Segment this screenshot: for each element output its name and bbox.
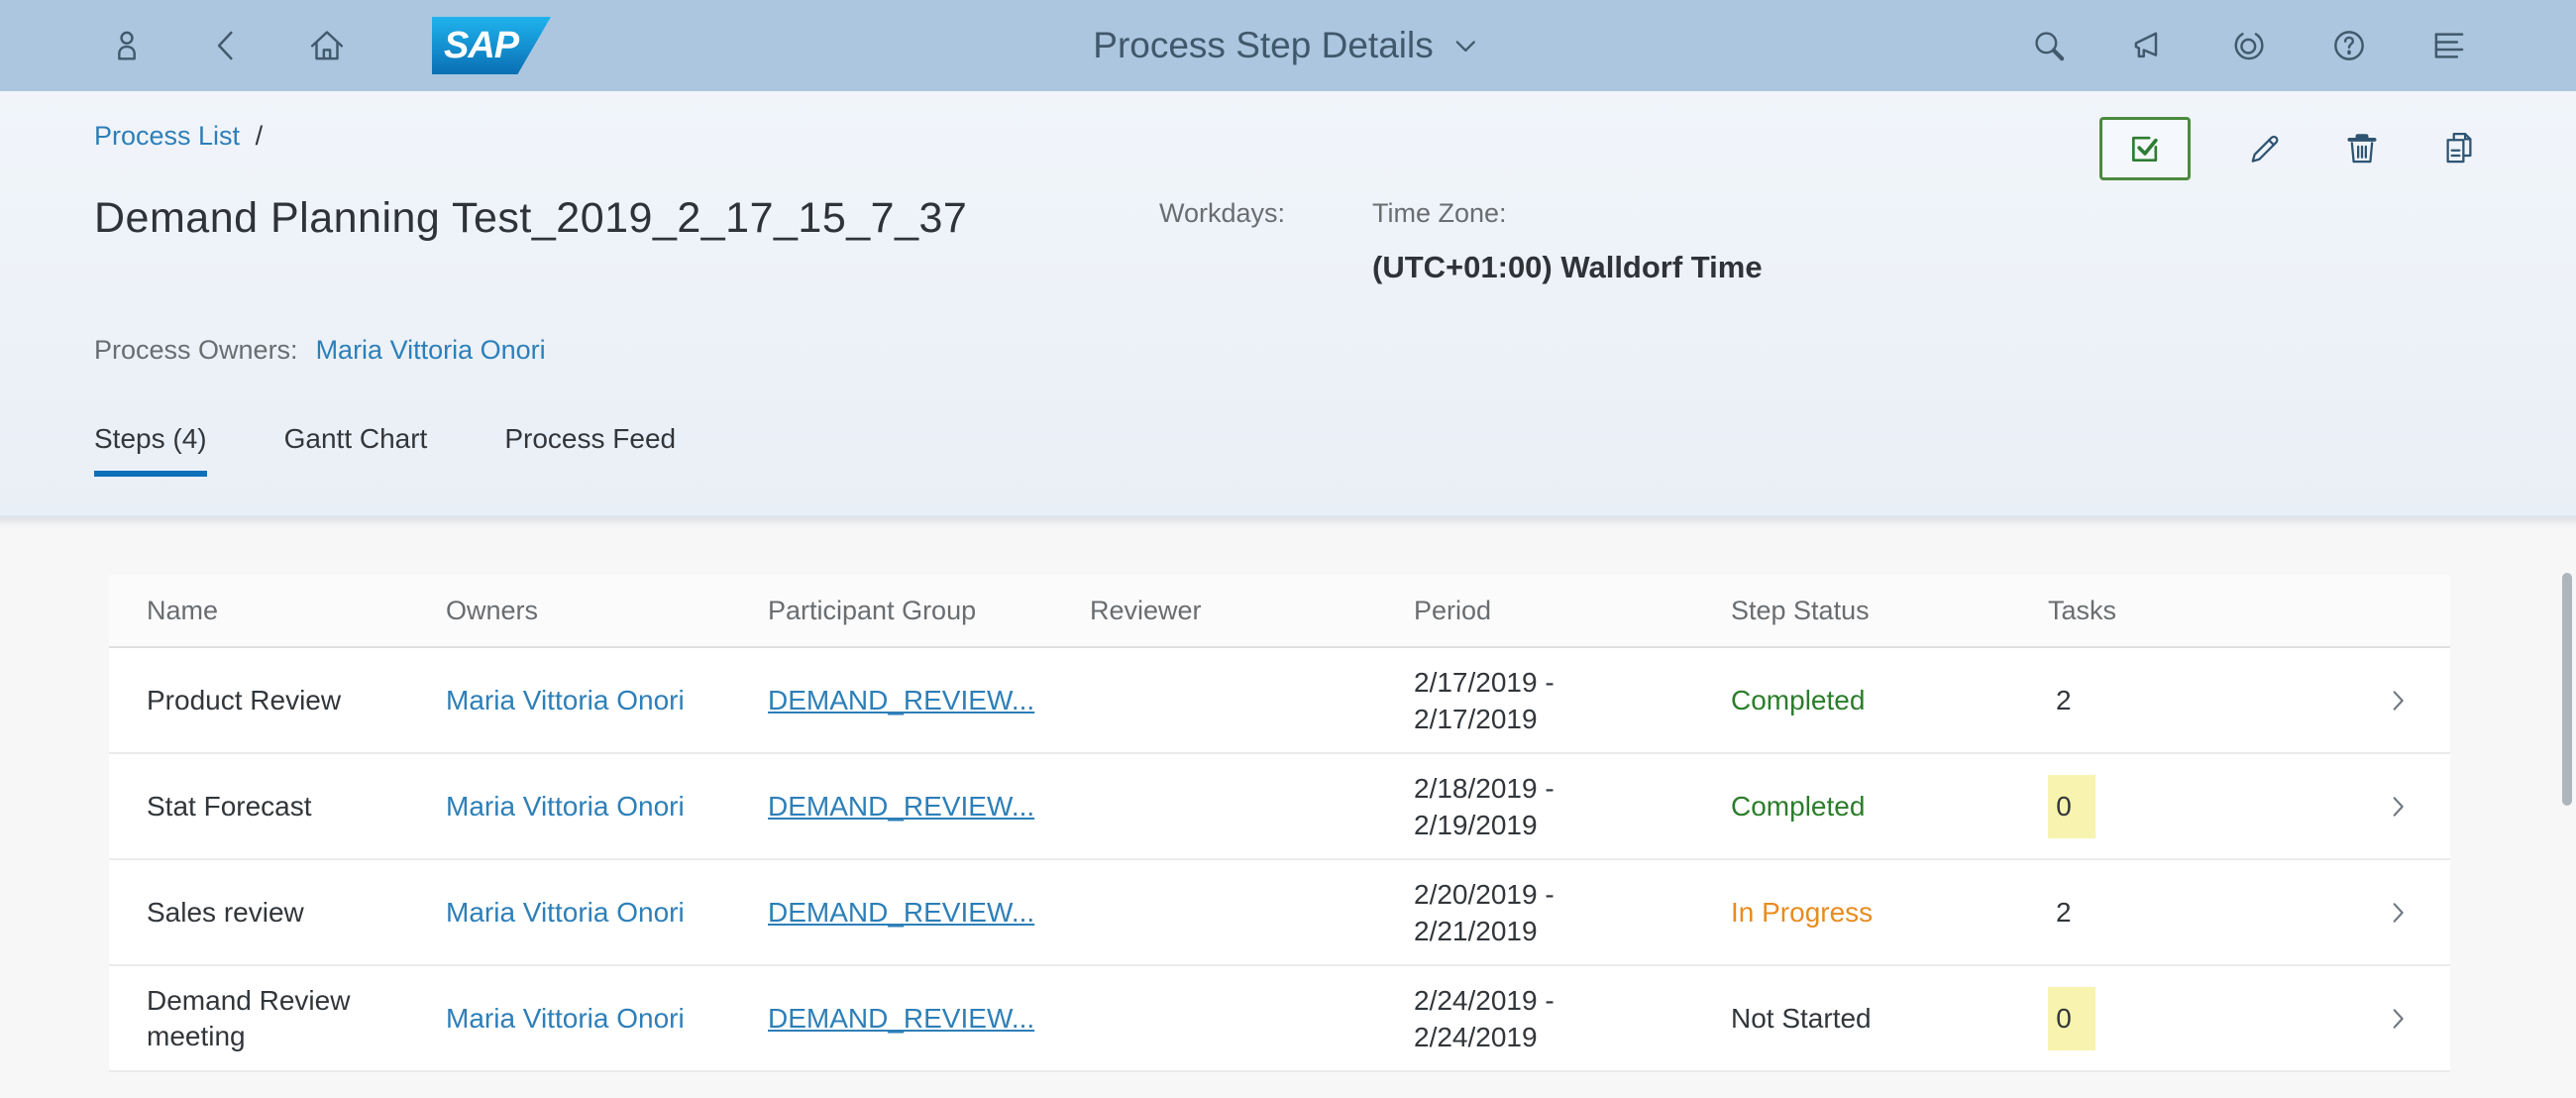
object-page-header: Process List / Demand Planning Test_2019…	[0, 91, 2576, 515]
tab-bar: Steps (4) Gantt Chart Process Feed	[94, 423, 2482, 477]
column-header-name: Name	[147, 596, 219, 625]
shell-left-group: SAP	[104, 17, 551, 74]
home-icon[interactable]	[304, 23, 350, 68]
user-icon[interactable]	[104, 23, 150, 68]
participant-group-link[interactable]: DEMAND_REVIEW...	[768, 1003, 1034, 1034]
table-row[interactable]: Sales review Maria Vittoria Onori DEMAND…	[109, 860, 2450, 966]
step-name: Sales review	[147, 896, 304, 928]
column-header-participant-group: Participant Group	[768, 595, 977, 625]
tab-gantt-chart[interactable]: Gantt Chart	[284, 423, 428, 477]
app-title: Process Step Details	[1093, 25, 1434, 65]
step-period: 2/24/2019 - 2/24/2019	[1414, 984, 1555, 1052]
step-name: Demand Review meeting	[147, 984, 351, 1051]
back-icon[interactable]	[204, 23, 250, 68]
copy-button[interactable]	[2436, 126, 2482, 171]
vertical-scrollbar[interactable]	[2562, 573, 2572, 806]
workdays-label: Workdays:	[1159, 198, 1286, 228]
column-header-step-status: Step Status	[1731, 595, 1870, 625]
step-owner-link[interactable]: Maria Vittoria Onori	[446, 897, 685, 928]
copy-icon	[2446, 132, 2472, 164]
notification-list-icon[interactable]	[2426, 23, 2472, 68]
column-header-reviewer: Reviewer	[1090, 595, 1202, 625]
page-title: Demand Planning Test_2019_2_17_15_7_37	[94, 194, 968, 242]
step-status: Not Started	[1731, 1002, 1872, 1034]
step-status: Completed	[1731, 684, 1866, 715]
breadcrumb-separator: /	[255, 121, 264, 151]
chevron-down-icon	[1456, 41, 1476, 53]
delete-button[interactable]	[2339, 126, 2385, 171]
step-period: 2/20/2019 - 2/21/2019	[1414, 878, 1555, 946]
step-owner-link[interactable]: Maria Vittoria Onori	[446, 1003, 685, 1034]
pencil-icon	[2251, 135, 2279, 163]
shell-bar: SAP Process Step Details	[0, 0, 2576, 91]
row-chevron-icon[interactable]	[2345, 897, 2450, 929]
sap-logo[interactable]: SAP	[432, 17, 551, 74]
steps-section: Name Owners Participant Group Reviewer P…	[0, 515, 2576, 1098]
column-header-period: Period	[1414, 595, 1492, 625]
step-status: Completed	[1731, 790, 1866, 822]
check-square-icon	[2132, 136, 2158, 162]
row-chevron-icon[interactable]	[2345, 685, 2450, 716]
table-header-row: Name Owners Participant Group Reviewer P…	[109, 575, 2450, 648]
megaphone-icon[interactable]	[2126, 23, 2172, 68]
step-tasks-count: 2	[2056, 896, 2072, 928]
row-chevron-icon[interactable]	[2345, 1003, 2450, 1035]
step-period: 2/18/2019 - 2/19/2019	[1414, 772, 1555, 840]
edit-button[interactable]	[2242, 126, 2288, 171]
table-row[interactable]: Product Review Maria Vittoria Onori DEMA…	[109, 648, 2450, 754]
step-owner-link[interactable]: Maria Vittoria Onori	[446, 791, 685, 822]
step-status: In Progress	[1731, 896, 1874, 928]
title-row: Demand Planning Test_2019_2_17_15_7_37 W…	[94, 194, 2482, 343]
approve-button[interactable]	[2099, 117, 2191, 180]
copilot-icon[interactable]	[2226, 23, 2272, 68]
step-tasks-count: 2	[2056, 684, 2072, 715]
sap-logo-text: SAP	[444, 24, 519, 66]
table-row[interactable]: Stat Forecast Maria Vittoria Onori DEMAN…	[109, 754, 2450, 860]
row-chevron-icon[interactable]	[2345, 791, 2450, 823]
step-tasks-count: 0	[2048, 986, 2345, 1050]
trash-icon	[2347, 134, 2377, 164]
step-tasks-count: 0	[2048, 774, 2345, 838]
step-name: Stat Forecast	[147, 790, 312, 822]
tab-process-feed[interactable]: Process Feed	[504, 423, 676, 477]
step-period: 2/17/2019 - 2/17/2019	[1414, 666, 1555, 734]
app-title-menu[interactable]: Process Step Details	[1093, 25, 1482, 66]
shell-right-group	[2026, 23, 2472, 68]
steps-table: Name Owners Participant Group Reviewer P…	[109, 575, 2450, 1072]
search-icon[interactable]	[2026, 23, 2072, 68]
column-header-owners: Owners	[446, 595, 539, 625]
table-row[interactable]: Demand Review meeting Maria Vittoria Ono…	[109, 966, 2450, 1072]
timezone-label: Time Zone:	[1372, 198, 1507, 228]
column-header-tasks: Tasks	[2048, 595, 2117, 625]
step-name: Product Review	[147, 684, 342, 715]
participant-group-link[interactable]: DEMAND_REVIEW...	[768, 791, 1034, 822]
step-owner-link[interactable]: Maria Vittoria Onori	[446, 685, 685, 715]
header-actions	[2099, 117, 2482, 180]
tab-steps[interactable]: Steps (4)	[94, 423, 207, 477]
breadcrumb-process-list-link[interactable]: Process List	[94, 121, 240, 151]
help-icon[interactable]	[2326, 23, 2372, 68]
timezone-value: (UTC+01:00) Walldorf Time	[1372, 250, 1763, 284]
participant-group-link[interactable]: DEMAND_REVIEW...	[768, 685, 1034, 715]
breadcrumb: Process List /	[94, 121, 263, 152]
participant-group-link[interactable]: DEMAND_REVIEW...	[768, 897, 1034, 928]
